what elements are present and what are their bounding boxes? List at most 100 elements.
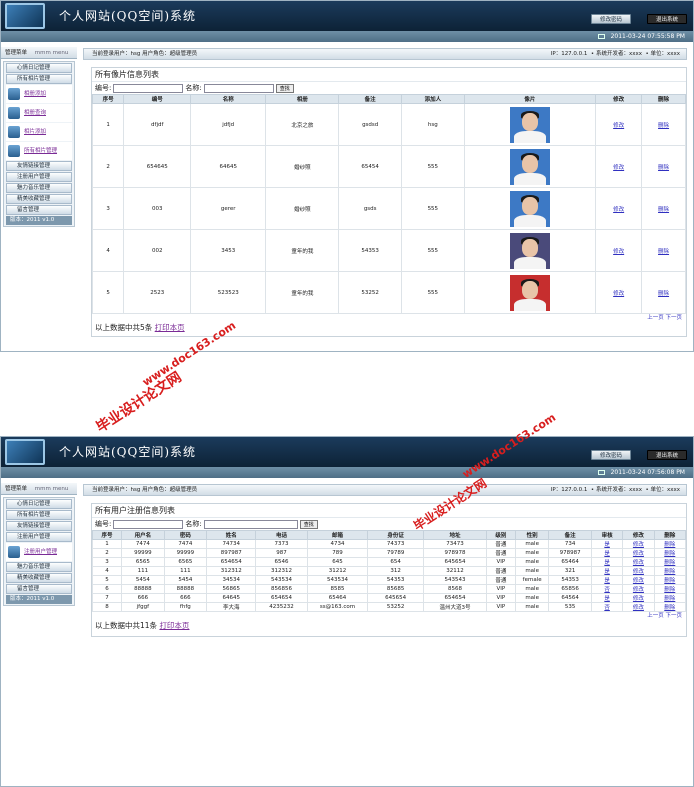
sidebar-item-users[interactable]: 注册用户管理: [6, 532, 72, 542]
sidebar-item-messages[interactable]: 留言管理: [6, 205, 72, 215]
sidebar-item-links[interactable]: 友情链接管理: [6, 521, 72, 531]
approve-link[interactable]: 是: [604, 560, 610, 566]
table-cell: male: [514, 557, 550, 567]
approve-link[interactable]: 是: [604, 578, 610, 584]
delete-link[interactable]: 删除: [664, 569, 675, 575]
pager[interactable]: 上一页 下一页: [92, 314, 686, 322]
approve-link[interactable]: 是: [604, 569, 610, 575]
table-cell: 654654: [255, 593, 308, 603]
edit-link[interactable]: 修改: [633, 587, 644, 593]
delete-link[interactable]: 删除: [664, 578, 675, 584]
id-input[interactable]: [113, 519, 184, 529]
name-input[interactable]: [203, 83, 274, 93]
table-cell: 666: [163, 593, 208, 603]
menu-header: 管理菜单 mmm menu: [1, 47, 77, 59]
portrait-photo[interactable]: [509, 148, 550, 185]
approve-link[interactable]: 否: [604, 605, 610, 611]
sidebar-item-music[interactable]: 魅力音乐管理: [6, 183, 72, 193]
delete-link[interactable]: 删除: [664, 560, 675, 566]
approve-link[interactable]: 是: [604, 551, 610, 557]
edit-link[interactable]: 修改: [633, 605, 644, 611]
column-header: 修改: [595, 94, 643, 104]
portrait-photo[interactable]: [509, 106, 550, 143]
delete-link[interactable]: 删除: [664, 605, 675, 611]
info-bar: 当前登录用户：hsg 用户角色：超级管理员 IP：127.0.0.1 • 系统开…: [83, 48, 687, 60]
table-cell: male: [514, 566, 550, 576]
edit-link[interactable]: 修改: [633, 578, 644, 584]
delete-link[interactable]: 删除: [664, 587, 675, 593]
delete-link[interactable]: 删除: [658, 165, 669, 171]
print-link[interactable]: 打印本页: [155, 323, 185, 332]
sidebar-item-links[interactable]: 友情链接管理: [6, 161, 72, 171]
table-cell: VIP: [485, 593, 516, 603]
change-password-button[interactable]: 修改密码: [590, 14, 631, 24]
sidebar-item-favorites[interactable]: 精美收藏管理: [6, 573, 72, 583]
approve-link[interactable]: 是: [604, 542, 610, 548]
portrait-face: [521, 154, 538, 173]
sidebar-item-photos[interactable]: 所有相片管理: [6, 74, 72, 84]
table-cell: 74734: [206, 539, 257, 549]
approve-cell: 是: [590, 593, 624, 603]
sidebar-item-user-manage[interactable]: 注册用户管理: [6, 543, 72, 561]
table-cell: 65464: [306, 593, 369, 603]
sidebar-item-photos[interactable]: 所有相片管理: [6, 510, 72, 520]
portrait-face: [521, 238, 538, 257]
approve-link[interactable]: 是: [604, 596, 610, 602]
logout-button[interactable]: 退出系统: [646, 14, 687, 24]
portrait-photo[interactable]: [509, 274, 550, 311]
edit-cell: 修改: [622, 602, 655, 612]
edit-link[interactable]: 修改: [613, 249, 624, 255]
table-row: 4 111 111 312312 312312 31212 312 32112 普通 male 32…: [91, 566, 687, 576]
sidebar-item-music[interactable]: 魅力音乐管理: [6, 562, 72, 572]
sidebar-item-add-photo[interactable]: 相片添加: [6, 123, 72, 141]
logout-button[interactable]: 退出系统: [646, 450, 687, 460]
table-cell: 54353: [367, 575, 425, 585]
sidebar-item-diary[interactable]: 心情日记管理: [6, 499, 72, 509]
search-button[interactable]: 查找: [275, 83, 294, 93]
datetime-bar: 2011-03-24 07:55:58 PM: [1, 31, 693, 42]
portrait-photo[interactable]: [509, 190, 550, 227]
delete-link[interactable]: 删除: [658, 207, 669, 213]
edit-link[interactable]: 修改: [633, 596, 644, 602]
delete-link[interactable]: 删除: [658, 291, 669, 297]
portrait-face: [521, 112, 538, 131]
sidebar-item-add-album[interactable]: 相册添加: [6, 85, 72, 103]
table-cell: 65856: [548, 584, 592, 594]
edit-link[interactable]: 修改: [613, 291, 624, 297]
table-cell: 2523: [123, 271, 192, 314]
edit-link[interactable]: 修改: [633, 560, 644, 566]
edit-link[interactable]: 修改: [633, 542, 644, 548]
table-cell: 温州大道3号: [423, 602, 487, 612]
print-link[interactable]: 打印本页: [159, 621, 189, 630]
delete-link[interactable]: 删除: [658, 123, 669, 129]
sidebar-item-diary[interactable]: 心情日记管理: [6, 63, 72, 73]
table-cell: 654645: [123, 145, 192, 188]
edit-link[interactable]: 修改: [633, 569, 644, 575]
delete-link[interactable]: 删除: [664, 596, 675, 602]
approve-link[interactable]: 否: [604, 587, 610, 593]
table-cell: 2: [91, 145, 125, 188]
edit-link[interactable]: 修改: [613, 165, 624, 171]
delete-link[interactable]: 删除: [658, 249, 669, 255]
table-cell: 645654: [423, 557, 487, 567]
datetime: 2011-03-24 07:56:08 PM: [610, 469, 685, 476]
table-cell: 856856: [255, 584, 308, 594]
edit-link[interactable]: 修改: [613, 123, 624, 129]
table-cell: VIP: [485, 602, 516, 612]
name-input[interactable]: [203, 519, 298, 529]
pager[interactable]: 上一页 下一页: [92, 612, 686, 620]
sidebar-item-favorites[interactable]: 精美收藏管理: [6, 194, 72, 204]
sidebar-item-messages[interactable]: 留言管理: [6, 584, 72, 594]
edit-link[interactable]: 修改: [633, 551, 644, 557]
delete-link[interactable]: 删除: [664, 542, 675, 548]
sidebar-item-users[interactable]: 注册用户管理: [6, 172, 72, 182]
edit-link[interactable]: 修改: [613, 207, 624, 213]
search-button[interactable]: 查找: [299, 519, 318, 529]
column-header: 修改: [622, 530, 655, 540]
id-input[interactable]: [113, 83, 184, 93]
sidebar-item-all-photos[interactable]: 所有相片管理: [6, 142, 72, 160]
sidebar-item-query-album[interactable]: 相册查询: [6, 104, 72, 122]
portrait-photo[interactable]: [509, 232, 550, 269]
delete-link[interactable]: 删除: [664, 551, 675, 557]
change-password-button[interactable]: 修改密码: [590, 450, 631, 460]
